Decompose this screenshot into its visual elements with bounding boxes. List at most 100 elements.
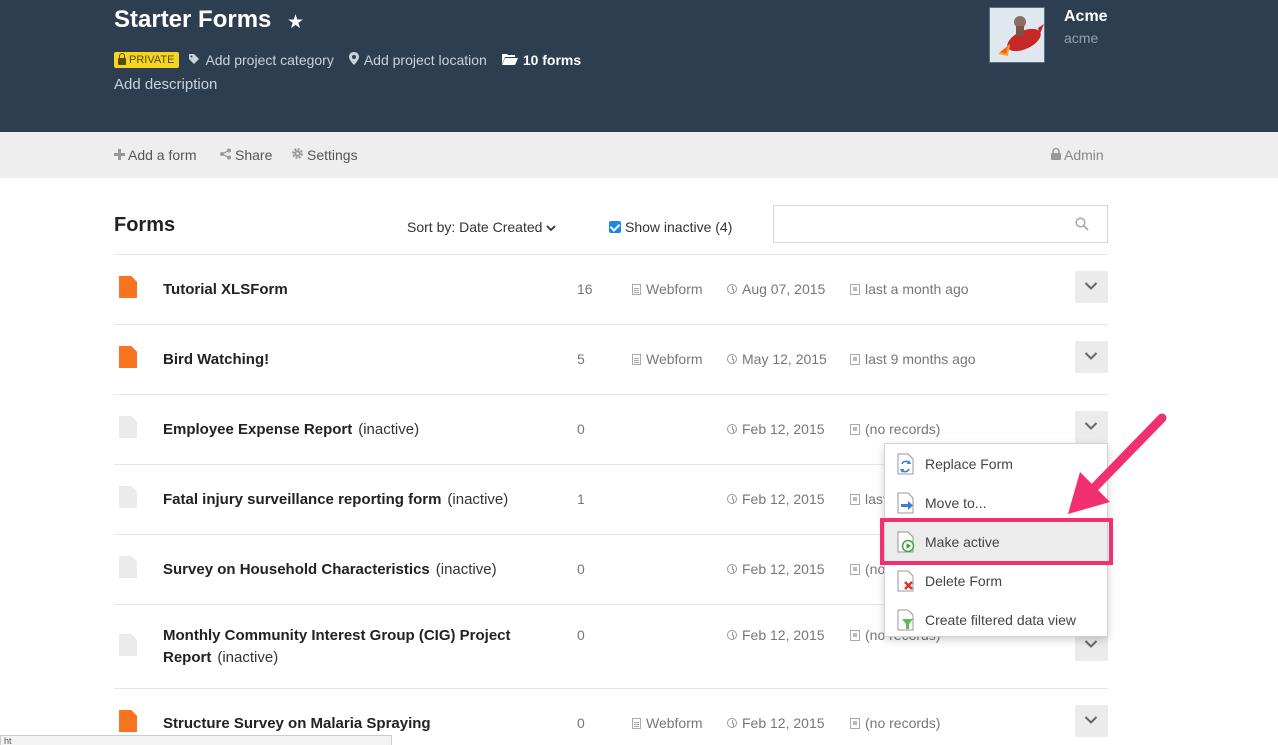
private-badge: PRIVATE [114,52,180,68]
submission-count: 16 [577,281,593,297]
form-file-icon [119,346,137,368]
chevron-down-icon [1084,640,1098,648]
project-header: Starter Forms ★ PRIVATE Add project cate… [0,0,1278,132]
clock-icon [727,718,737,728]
share-button[interactable]: Share [219,147,272,163]
last-record: (no records) [850,715,940,731]
form-file-icon [119,486,137,508]
last-record: last 9 months ago [850,351,976,367]
created-date: Feb 12, 2015 [727,491,825,507]
move-to-icon [897,492,914,513]
last-record: last a month ago [850,281,969,297]
lock-icon [1051,147,1061,163]
map-marker-icon [348,52,359,68]
submission-count: 5 [577,351,585,367]
lock-icon [118,53,126,65]
search-input[interactable] [773,205,1108,243]
chevron-down-icon [1084,282,1098,290]
created-date: Aug 07, 2015 [727,281,825,297]
clock-icon [727,424,737,434]
last-record: (no records) [850,421,940,437]
share-icon [219,148,232,163]
last-record: last [850,491,887,507]
replace-form-icon [897,453,914,474]
add-location-link[interactable]: Add project location [348,52,487,68]
document-icon [632,283,641,295]
show-inactive-toggle[interactable]: Show inactive (4) [609,219,732,235]
sort-dropdown[interactable]: Sort by: Date Created [407,219,557,235]
folder-open-icon [501,53,518,68]
forms-section-title: Forms [114,214,176,236]
submission-count: 0 [577,421,585,437]
form-name[interactable]: Bird Watching! [163,349,563,371]
tag-icon [188,53,200,68]
form-name[interactable]: Monthly Community Interest Group (CIG) P… [163,625,563,669]
clock-icon [727,284,737,294]
records-icon [850,629,860,641]
menu-item-delete-form[interactable]: Delete Form [885,561,1107,600]
avatar[interactable] [989,7,1045,63]
status-bar: ht [0,735,392,745]
chevron-down-icon [1084,716,1098,724]
settings-button[interactable]: Settings [291,147,358,163]
table-row[interactable]: Bird Watching! 5 Webform May 12, 2015 la… [114,325,1108,395]
records-icon [850,493,860,505]
row-actions-button[interactable] [1075,705,1108,737]
delete-form-icon [897,570,914,591]
forms-count-link[interactable]: 10 forms [501,52,581,68]
webform-link[interactable]: Webform [632,281,703,297]
clock-icon [727,564,737,574]
records-icon [850,563,860,575]
document-icon [632,353,641,365]
form-name[interactable]: Fatal injury surveillance reporting form… [163,489,563,511]
form-file-icon [119,276,137,298]
add-category-link[interactable]: Add project category [188,52,334,68]
admin-button[interactable]: Admin [1051,147,1104,163]
project-toolbar: Add a form Share Settings Admin [0,132,1278,178]
webform-link[interactable]: Webform [632,351,703,367]
created-date: Feb 12, 2015 [727,421,825,437]
form-name[interactable]: Tutorial XLSForm [163,279,563,301]
submission-count: 0 [577,561,585,577]
clock-icon [727,630,737,640]
project-meta: PRIVATE Add project category Add project… [114,50,596,70]
org-name[interactable]: Acme [1064,8,1108,26]
records-icon [850,717,860,729]
plus-icon [114,148,125,163]
star-icon[interactable]: ★ [287,11,304,34]
annotation-highlight-box [880,518,1113,565]
add-form-button[interactable]: Add a form [114,147,196,163]
form-name[interactable]: Survey on Household Characteristics (inac… [163,559,563,581]
webform-link[interactable]: Webform [632,715,703,731]
records-icon [850,283,860,295]
annotation-arrow-icon [1068,413,1167,514]
submission-count: 1 [577,491,585,507]
created-date: Feb 12, 2015 [727,627,825,643]
form-file-icon [119,556,137,578]
org-handle: acme [1064,30,1099,46]
form-name[interactable]: Structure Survey on Malaria Spraying [163,713,563,735]
search-icon[interactable] [1075,217,1089,231]
row-actions-button[interactable] [1075,341,1108,373]
form-file-icon [119,634,137,656]
created-date: Feb 12, 2015 [727,561,825,577]
form-name[interactable]: Employee Expense Report (inactive) [163,419,563,441]
created-date: May 12, 2015 [727,351,827,367]
clock-icon [727,494,737,504]
chevron-down-icon [1084,352,1098,360]
show-inactive-checkbox[interactable] [609,221,621,233]
chevron-down-icon [546,219,557,235]
project-title: Starter Forms [114,6,272,33]
add-description-link[interactable]: Add description [114,76,217,93]
submission-count: 0 [577,627,585,643]
created-date: Feb 12, 2015 [727,715,825,731]
filter-view-icon [897,609,914,630]
records-icon [850,423,860,435]
gear-icon [291,147,304,163]
form-file-icon [119,416,137,438]
records-icon [850,353,860,365]
clock-icon [727,354,737,364]
table-row[interactable]: Tutorial XLSForm 16 Webform Aug 07, 2015… [114,255,1108,325]
menu-item-create-filtered-view[interactable]: Create filtered data view [885,600,1107,639]
row-actions-button[interactable] [1075,271,1108,303]
